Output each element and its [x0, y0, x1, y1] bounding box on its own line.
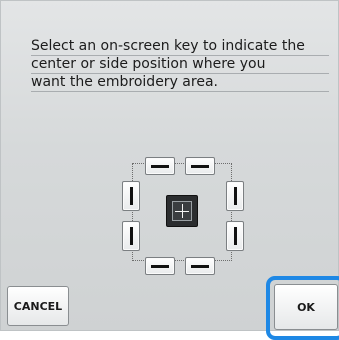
message-line-1: Select an on-screen key to indicate the [31, 37, 329, 56]
message-line-2: center or side position where you [31, 55, 329, 74]
bar-vertical-icon [234, 187, 237, 205]
left-upper-position-key[interactable] [122, 181, 140, 211]
bar-vertical-icon [130, 187, 133, 205]
bar-horizontal-icon [191, 165, 209, 168]
bar-horizontal-icon [191, 265, 209, 268]
ok-button[interactable]: OK [274, 284, 338, 330]
bar-horizontal-icon [151, 265, 169, 268]
top-left-position-key[interactable] [145, 157, 175, 175]
bottom-right-position-key[interactable] [185, 257, 215, 275]
right-upper-position-key[interactable] [226, 181, 244, 211]
embroidery-position-dialog: Select an on-screen key to indicate the … [0, 0, 339, 340]
crosshair-horizontal-line [175, 211, 189, 212]
message-line-3: want the embroidery area. [31, 73, 329, 92]
right-lower-position-key[interactable] [226, 221, 244, 251]
bar-vertical-icon [130, 227, 133, 245]
bar-vertical-icon [234, 227, 237, 245]
crosshair-icon [172, 201, 192, 221]
left-lower-position-key[interactable] [122, 221, 140, 251]
position-key-grid [120, 151, 246, 275]
center-position-key[interactable] [166, 195, 198, 227]
bottom-left-position-key[interactable] [145, 257, 175, 275]
top-right-position-key[interactable] [185, 157, 215, 175]
bar-horizontal-icon [151, 165, 169, 168]
cancel-button[interactable]: CANCEL [7, 286, 69, 326]
